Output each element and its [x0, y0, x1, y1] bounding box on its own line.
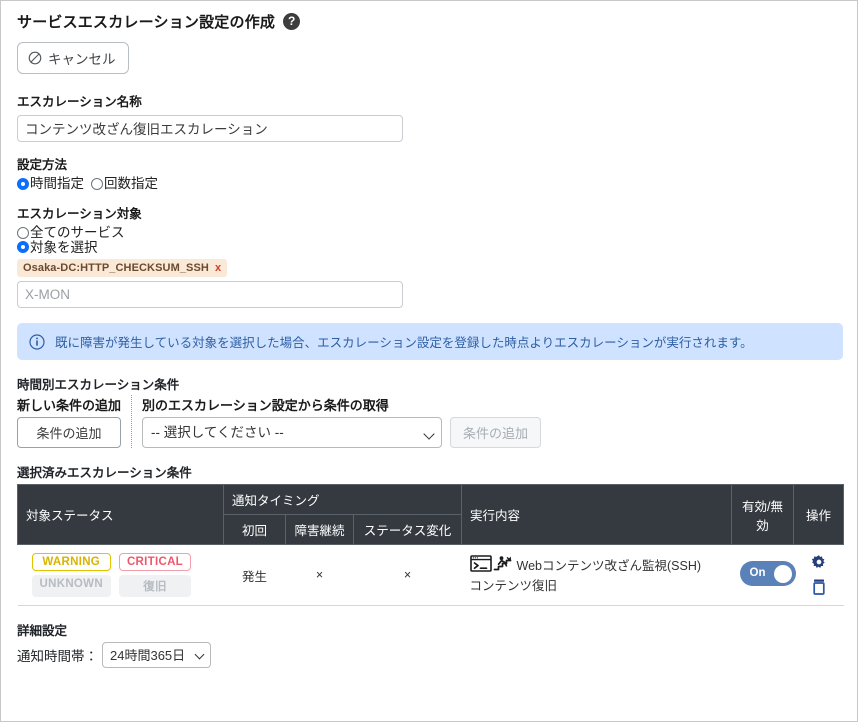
status-badge: CRITICAL: [119, 553, 191, 571]
cell-timing-change: ×: [354, 545, 462, 606]
toolbar-divider: [131, 395, 132, 448]
target-radio-all-row: 全てのサービス: [17, 226, 841, 240]
import-condition-title: 別のエスカレーション設定から条件の取得: [142, 395, 541, 414]
info-alert-text: 既に障害が発生している対象を選択した場合、エスカレーション設定を登録した時点より…: [55, 332, 753, 351]
col-actions: 操作: [794, 485, 844, 545]
escalation-target-label: エスカレーション対象: [17, 206, 841, 224]
setting-method-label: 設定方法: [17, 157, 841, 175]
target-token[interactable]: Osaka-DC:HTTP_CHECKSUM_SSH x: [17, 259, 227, 277]
enabled-toggle-knob: [774, 565, 792, 583]
status-badge-group: WARNING CRITICAL UNKNOWN 復旧: [26, 553, 216, 597]
col-timing-group: 通知タイミング: [224, 485, 462, 515]
details-section: 詳細設定 通知時間帯： 24時間365日: [17, 620, 841, 668]
status-badge: UNKNOWN: [32, 575, 111, 597]
hourly-conditions-toolbar: 新しい条件の追加 条件の追加 別のエスカレーション設定から条件の取得 -- 選択…: [17, 395, 841, 448]
enabled-toggle-label: On: [750, 567, 766, 579]
setting-method-field: 設定方法 時間指定 回数指定: [17, 157, 841, 191]
radio-label-time: 時間指定: [30, 177, 84, 191]
col-timing-first: 初回: [224, 515, 286, 545]
escalation-name-field: エスカレーション名称: [17, 94, 841, 142]
setting-method-radio-group: 時間指定 回数指定: [17, 177, 841, 191]
import-add-condition-button[interactable]: 条件の追加: [450, 417, 541, 448]
row-action-group: [802, 554, 836, 596]
exec-subtitle: コンテンツ復旧: [470, 579, 558, 593]
help-circle-icon[interactable]: ?: [283, 13, 300, 30]
info-circle-icon: [29, 334, 45, 350]
notify-time-select-wrapper: 24時間365日: [102, 642, 211, 668]
selected-conditions-heading: 選択済みエスカレーション条件: [17, 462, 841, 481]
exec-content-wrapper: Webコンテンツ改ざん監視(SSH) コンテンツ復旧: [470, 555, 724, 595]
target-search-input[interactable]: [17, 281, 403, 308]
radio-indicator-count: [91, 178, 103, 190]
import-condition-controls: -- 選択してください -- 条件の追加: [142, 417, 541, 448]
col-status: 対象ステータス: [18, 485, 224, 545]
gear-icon[interactable]: [810, 554, 828, 572]
table-header: 対象ステータス 通知タイミング 実行内容 有効/無効 操作 初回 障害継続 ステ…: [18, 485, 844, 545]
terminal-icon: [470, 555, 492, 577]
cell-status-badges: WARNING CRITICAL UNKNOWN 復旧: [18, 545, 224, 606]
exec-title-line: Webコンテンツ改ざん監視(SSH): [470, 555, 724, 577]
hourly-conditions-heading: 時間別エスカレーション条件: [17, 374, 841, 393]
escalation-target-field: エスカレーション対象 全てのサービス 対象を選択 Osaka-DC:HTTP_C…: [17, 206, 841, 309]
escalation-name-label: エスカレーション名称: [17, 94, 841, 112]
cancel-button-label: キャンセル: [48, 48, 116, 68]
target-radio-select-row: 対象を選択: [17, 241, 841, 255]
escalation-name-input[interactable]: [17, 115, 403, 142]
cell-timing-continue: ×: [286, 545, 354, 606]
escalation-settings-page: サービスエスカレーション設定の作成 ? キャンセル エスカレーション名称 設定方…: [0, 0, 858, 722]
table-body: WARNING CRITICAL UNKNOWN 復旧 発生 × ×: [18, 545, 844, 606]
cancel-button[interactable]: キャンセル: [17, 42, 129, 74]
ban-icon: [28, 51, 42, 65]
radio-indicator-select-target: [17, 241, 29, 253]
target-token-label: Osaka-DC:HTTP_CHECKSUM_SSH: [23, 262, 209, 274]
cell-enabled-toggle: On: [732, 545, 794, 606]
selected-conditions-section: 選択済みエスカレーション条件 対象ステータス 通知タイミング 実行内容 有効/無…: [17, 462, 841, 606]
import-condition-select[interactable]: -- 選択してください --: [142, 417, 442, 448]
radio-option-all-services[interactable]: 全てのサービス: [17, 226, 125, 240]
token-remove-icon[interactable]: x: [215, 262, 221, 274]
radio-option-count[interactable]: 回数指定: [91, 177, 158, 191]
radio-label-select-target: 対象を選択: [30, 241, 98, 255]
new-condition-column: 新しい条件の追加 条件の追加: [17, 395, 121, 448]
status-badge: 復旧: [119, 575, 191, 597]
cell-exec-content: Webコンテンツ改ざん監視(SSH) コンテンツ復旧: [462, 545, 732, 606]
add-condition-button[interactable]: 条件の追加: [17, 417, 121, 448]
exec-icon-group: [470, 555, 512, 577]
details-heading: 詳細設定: [17, 620, 841, 639]
cell-timing-first: 発生: [224, 545, 286, 606]
page-title: サービスエスカレーション設定の作成: [17, 11, 275, 32]
radio-label-all-services: 全てのサービス: [30, 226, 125, 240]
table-header-row-1: 対象ステータス 通知タイミング 実行内容 有効/無効 操作: [18, 485, 844, 515]
col-enabled: 有効/無効: [732, 485, 794, 545]
run-script-icon: [493, 555, 512, 577]
hourly-conditions-section: 時間別エスカレーション条件 新しい条件の追加 条件の追加 別のエスカレーション設…: [17, 374, 841, 448]
enabled-toggle[interactable]: On: [740, 561, 796, 586]
notify-time-row: 通知時間帯： 24時間365日: [17, 642, 841, 668]
col-exec: 実行内容: [462, 485, 732, 545]
info-alert: 既に障害が発生している対象を選択した場合、エスカレーション設定を登録した時点より…: [17, 323, 843, 360]
notify-time-select[interactable]: 24時間365日: [102, 642, 211, 668]
radio-option-select-target[interactable]: 対象を選択: [17, 241, 98, 255]
radio-option-time[interactable]: 時間指定: [17, 177, 84, 191]
import-select-wrapper: -- 選択してください --: [142, 417, 442, 448]
selected-target-tokens: Osaka-DC:HTTP_CHECKSUM_SSH x: [17, 258, 841, 277]
table-row: WARNING CRITICAL UNKNOWN 復旧 発生 × ×: [18, 545, 844, 606]
col-timing-continue: 障害継続: [286, 515, 354, 545]
status-badge: WARNING: [32, 553, 111, 571]
radio-indicator-time: [17, 178, 29, 190]
col-timing-change: ステータス変化: [354, 515, 462, 545]
cell-actions: [794, 545, 844, 606]
trash-icon[interactable]: [811, 578, 827, 596]
radio-label-count: 回数指定: [104, 177, 158, 191]
selected-conditions-table: 対象ステータス 通知タイミング 実行内容 有効/無効 操作 初回 障害継続 ステ…: [17, 484, 844, 606]
radio-indicator-all-services: [17, 227, 29, 239]
import-condition-column: 別のエスカレーション設定から条件の取得 -- 選択してください -- 条件の追加: [142, 395, 541, 448]
new-condition-title: 新しい条件の追加: [17, 395, 121, 414]
notify-time-label: 通知時間帯：: [17, 645, 98, 665]
exec-title: Webコンテンツ改ざん監視(SSH): [517, 557, 702, 575]
page-header: サービスエスカレーション設定の作成 ?: [17, 11, 841, 32]
